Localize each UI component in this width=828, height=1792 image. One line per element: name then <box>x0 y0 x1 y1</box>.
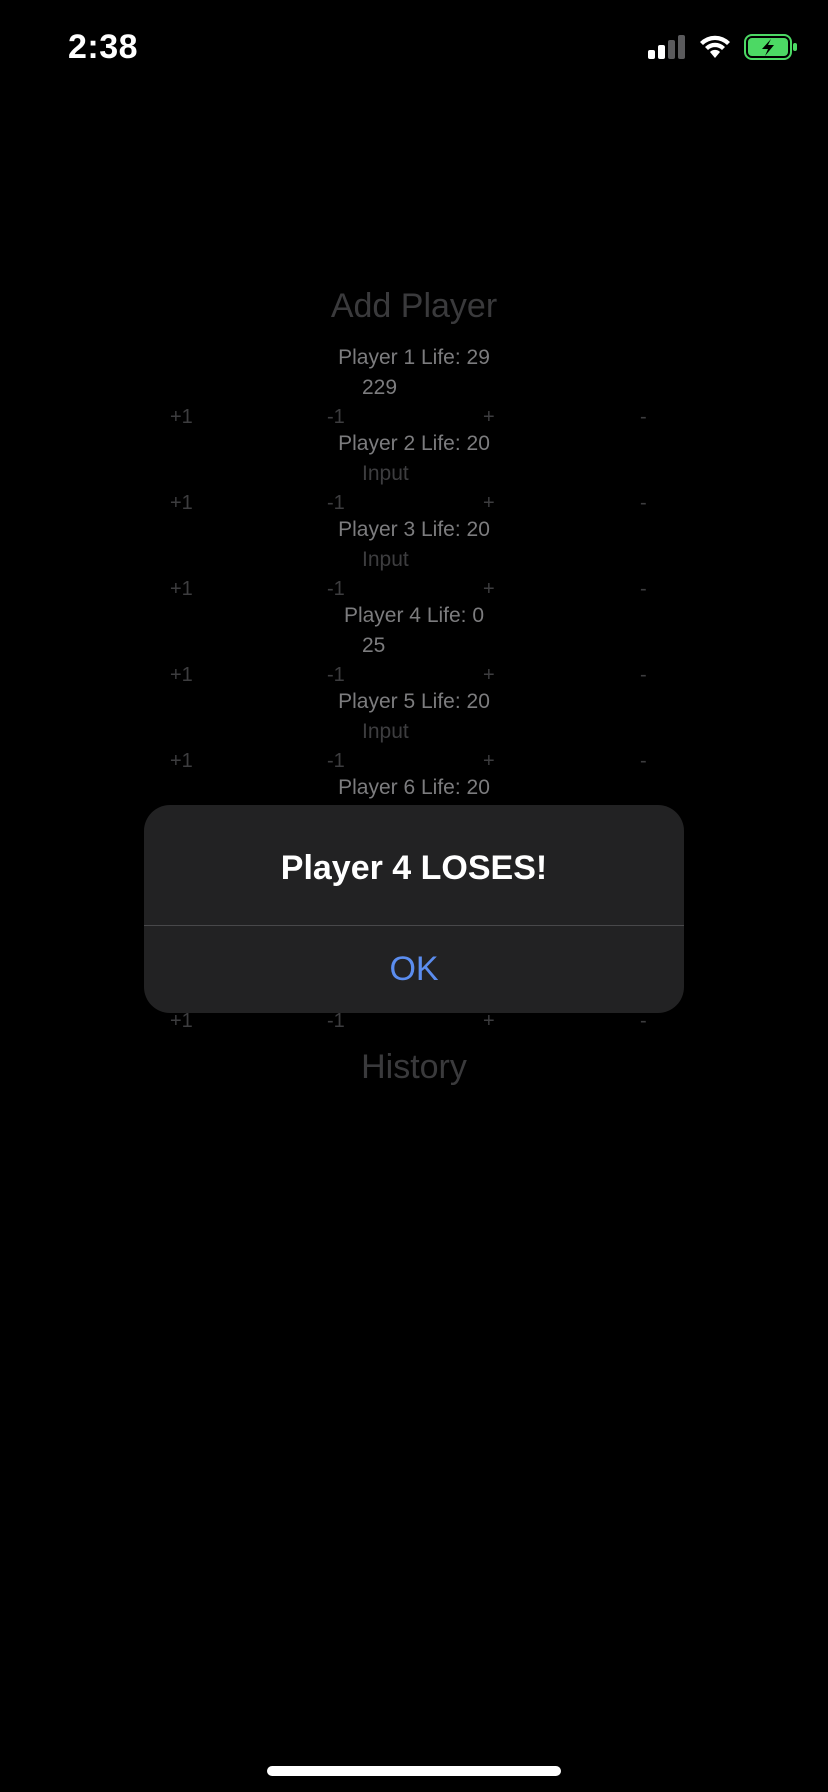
alert-dialog: Player 4 LOSES! OK <box>144 805 684 1013</box>
player-life-input[interactable]: Input <box>362 548 562 572</box>
plus-one-button[interactable]: +1 <box>170 578 193 601</box>
player-controls: +1 -1 + - <box>0 578 828 604</box>
player-life-input[interactable]: 25 <box>362 634 562 658</box>
minus-one-button[interactable]: -1 <box>327 578 345 601</box>
add-input-button[interactable]: + <box>483 406 495 429</box>
add-input-button[interactable]: + <box>483 492 495 515</box>
player-4-block: Player 4 Life: 0 25 +1 -1 + - <box>0 604 828 690</box>
subtract-input-button[interactable]: - <box>640 750 647 773</box>
subtract-input-button[interactable]: - <box>640 1010 647 1033</box>
minus-one-button[interactable]: -1 <box>327 492 345 515</box>
minus-one-button[interactable]: -1 <box>327 1010 345 1033</box>
player-life-label: Player 6 Life: 20 <box>338 776 490 799</box>
plus-one-button[interactable]: +1 <box>170 406 193 429</box>
home-indicator[interactable] <box>267 1766 561 1776</box>
player-life-label: Player 3 Life: 20 <box>338 518 490 541</box>
minus-one-button[interactable]: -1 <box>327 750 345 773</box>
ok-button[interactable]: OK <box>144 926 684 1013</box>
player-life-input[interactable]: 229 <box>362 376 562 400</box>
minus-one-button[interactable]: -1 <box>327 664 345 687</box>
player-1-block: Player 1 Life: 29 229 +1 -1 + - <box>0 346 828 432</box>
player-life-label: Player 4 Life: 0 <box>343 604 485 627</box>
player-3-block: Player 3 Life: 20 Input +1 -1 + - <box>0 518 828 604</box>
player-controls: +1 -1 + - <box>0 492 828 518</box>
plus-one-button[interactable]: +1 <box>170 1010 193 1033</box>
plus-one-button[interactable]: +1 <box>170 664 193 687</box>
player-life-input[interactable]: Input <box>362 462 562 486</box>
subtract-input-button[interactable]: - <box>640 492 647 515</box>
player-controls: +1 -1 + - <box>0 664 828 690</box>
add-input-button[interactable]: + <box>483 578 495 601</box>
history-button[interactable]: History <box>0 1048 828 1087</box>
plus-one-button[interactable]: +1 <box>170 750 193 773</box>
player-life-label: Player 1 Life: 29 <box>338 346 490 369</box>
plus-one-button[interactable]: +1 <box>170 492 193 515</box>
add-input-button[interactable]: + <box>483 664 495 687</box>
player-controls: +1 -1 + - <box>0 406 828 432</box>
player-controls: +1 -1 + - <box>0 750 828 776</box>
player-5-block: Player 5 Life: 20 Input +1 -1 + - <box>0 690 828 776</box>
player-2-block: Player 2 Life: 20 Input +1 -1 + - <box>0 432 828 518</box>
add-input-button[interactable]: + <box>483 750 495 773</box>
subtract-input-button[interactable]: - <box>640 664 647 687</box>
add-input-button[interactable]: + <box>483 1010 495 1033</box>
subtract-input-button[interactable]: - <box>640 578 647 601</box>
player-life-label: Player 2 Life: 20 <box>338 432 490 455</box>
player-life-input[interactable]: Input <box>362 720 562 744</box>
subtract-input-button[interactable]: - <box>640 406 647 429</box>
player-life-label: Player 5 Life: 20 <box>338 690 490 713</box>
player-controls: +1 -1 + - <box>0 1010 828 1036</box>
add-player-button[interactable]: Add Player <box>0 287 828 326</box>
alert-title: Player 4 LOSES! <box>280 849 548 887</box>
minus-one-button[interactable]: -1 <box>327 406 345 429</box>
